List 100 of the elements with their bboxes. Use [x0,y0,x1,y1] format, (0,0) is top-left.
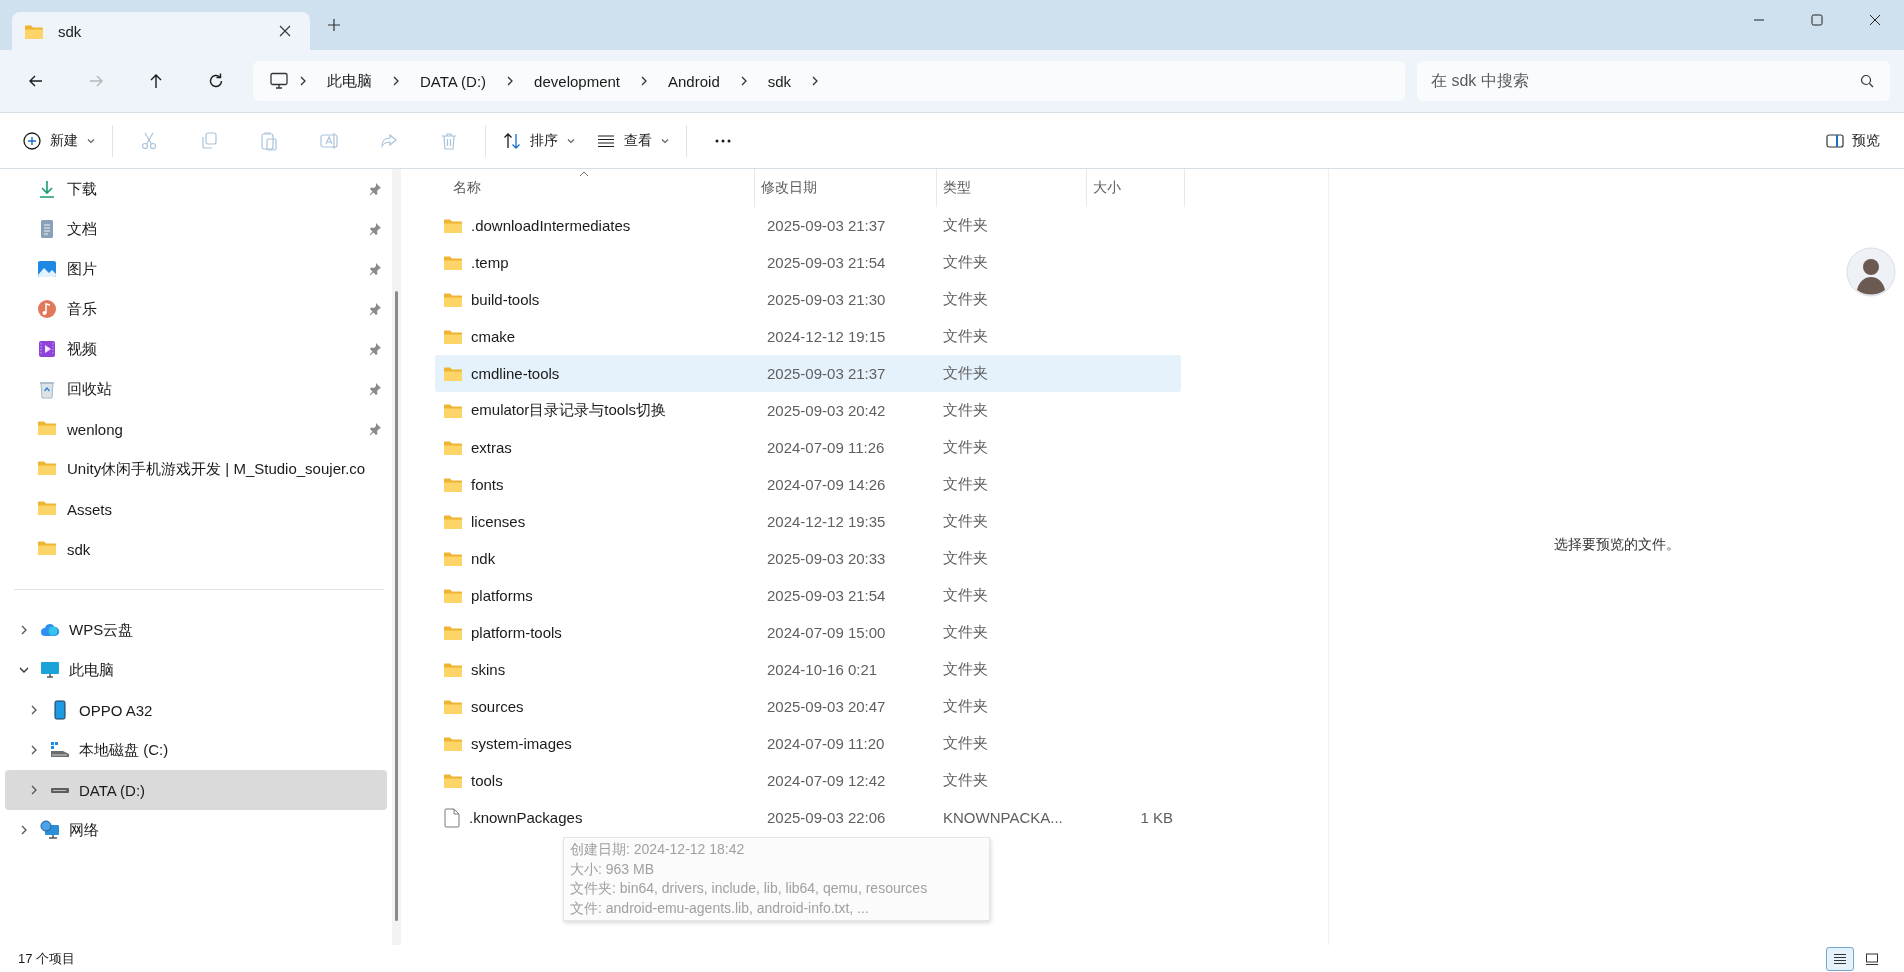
column-header[interactable]: 修改日期 [755,169,937,207]
file-row[interactable]: system-images 2024-07-09 11:20 文件夹 [435,725,1181,762]
file-size: 1 KB [1140,809,1173,826]
file-type: 文件夹 [943,253,988,270]
file-name: platforms [471,587,533,604]
file-name: build-tools [471,291,540,308]
modified-date: 2025-09-03 21:54 [767,587,886,604]
file-row[interactable]: cmake 2024-12-12 19:15 文件夹 [435,318,1181,355]
search-icon [1860,74,1874,88]
tree-item[interactable]: OPPO A32 [5,690,387,730]
tab[interactable]: sdk [12,12,310,50]
details-icon [1833,951,1847,966]
folder-icon [443,513,463,530]
tooltip-line: 文件夹: bin64, drivers, include, lib, lib64, qemu, resources [570,879,929,898]
file-name: .downloadIntermediates [471,217,631,234]
tree-item[interactable]: 此电脑 [5,650,387,690]
sidebar-item[interactable]: sdk [0,529,392,569]
breadcrumb[interactable]: development [524,61,630,101]
tooltip-line: 创建日期: 2024-12-12 18:42 [570,840,746,859]
file-name: skins [471,661,506,678]
tree-item[interactable]: WPS云盘 [5,610,387,650]
tab-title: sdk [58,22,83,40]
file-type: 文件夹 [943,660,988,677]
folder-icon [443,772,463,789]
file-row[interactable]: ndk 2025-09-03 20:33 文件夹 [435,540,1181,577]
file-type: 文件夹 [943,697,988,714]
tree-item[interactable]: DATA (D:) [5,770,387,810]
file-type: 文件夹 [943,401,988,418]
file-name: ndk [471,550,496,567]
breadcrumb[interactable]: 此电脑 [317,61,382,101]
folder-icon [443,402,463,419]
sidebar-item[interactable]: 文档 [0,209,392,249]
recycle-bin-icon [37,379,57,399]
sidebar-item[interactable]: 图片 [0,249,392,289]
file-row[interactable]: .knownPackages 2025-09-03 22:06 KNOWNPACKA... 1 KB [435,799,1181,836]
modified-date: 2025-09-03 21:30 [767,291,886,308]
file-row[interactable]: fonts 2024-07-09 14:26 文件夹 [435,466,1181,503]
tree-item[interactable]: 网络 [5,810,387,850]
column-header[interactable]: 类型 [937,169,1087,207]
tree-item[interactable]: 本地磁盘 (C:) [5,730,387,770]
folder-icon [443,661,463,678]
scrollbar-thumb[interactable] [395,291,398,921]
folder-icon [443,476,463,493]
column-header[interactable]: 名称 [435,169,755,207]
file-row[interactable]: platforms 2025-09-03 21:54 文件夹 [435,577,1181,614]
breadcrumb[interactable]: sdk [757,61,802,101]
sidebar-item[interactable]: Assets [0,489,392,529]
folder-icon [443,254,463,271]
sidebar-item[interactable]: 音乐 [0,289,392,329]
panel-icon [1826,133,1844,148]
address-bar[interactable]: 此电脑 DATA (D:) development Android sdk [253,61,1405,101]
sidebar-item[interactable]: 回收站 [0,369,392,409]
breadcrumb[interactable]: Android [658,61,730,101]
file-row[interactable]: platform-tools 2024-07-09 15:00 文件夹 [435,614,1181,651]
file-row[interactable]: extras 2024-07-09 11:26 文件夹 [435,429,1181,466]
modified-date: 2024-10-16 0:21 [767,661,878,678]
preview-icon [1865,951,1879,966]
preview-button[interactable]: 预览 [1814,120,1892,161]
file-row[interactable]: build-tools 2025-09-03 21:30 文件夹 [435,281,1181,318]
view-button[interactable]: 查看 [586,120,680,161]
new-button[interactable]: 新建 [12,120,106,161]
file-row[interactable]: skins 2024-10-16 0:21 文件夹 [435,651,1181,688]
file-row[interactable]: tools 2024-07-09 12:42 文件夹 [435,762,1181,799]
file-type: 文件夹 [943,216,988,233]
sidebar-item[interactable]: Unity休闲手机游戏开发 | M_Studio_soujer.co [0,449,392,489]
sort-button[interactable]: 排序 [492,120,586,161]
sidebar-item[interactable]: 视频 [0,329,392,369]
folder-icon [443,587,463,604]
file-type: 文件夹 [943,290,988,307]
folder-icon [443,735,463,752]
file-name: emulator目录记录与tools切换 [471,401,667,420]
column-header[interactable]: 大小 [1087,169,1185,207]
folder-icon [443,291,463,308]
file-name: extras [471,439,512,456]
file-type: 文件夹 [943,327,988,344]
modified-date: 2025-09-03 20:33 [767,550,886,567]
modified-date: 2024-07-09 12:42 [767,772,886,789]
modified-date: 2025-09-03 20:47 [767,698,886,715]
details-view-button[interactable] [1826,946,1854,971]
file-row[interactable]: emulator目录记录与tools切换 2025-09-03 20:42 文件夹 [435,392,1181,429]
breadcrumb[interactable]: DATA (D:) [410,61,497,101]
file-row[interactable]: cmdline-tools 2025-09-03 21:37 文件夹 [435,355,1181,392]
file-row[interactable]: licenses 2024-12-12 19:35 文件夹 [435,503,1181,540]
tooltip-line: 文件: android-emu-agents.lib, android-info.txt, ... [570,898,870,918]
sidebar-item[interactable]: 下载 [0,169,392,209]
file-row[interactable]: .temp 2025-09-03 21:54 文件夹 [435,244,1181,281]
modified-date: 2025-09-03 21:54 [767,254,886,271]
search-field[interactable]: 在 sdk 中搜索 [1417,61,1890,101]
file-row[interactable]: .downloadIntermediates 2025-09-03 21:37 文件夹 [435,207,1181,244]
file-name: system-images [471,735,572,752]
drive-icon [50,786,70,794]
file-type: 文件夹 [943,364,988,381]
avatar[interactable] [1846,247,1896,297]
file-name: cmdline-tools [471,365,560,382]
computer-icon [40,660,60,680]
file-icon [443,807,461,828]
file-row[interactable]: sources 2025-09-03 20:47 文件夹 [435,688,1181,725]
sidebar-item[interactable]: wenlong [0,409,392,449]
file-name: fonts [471,476,504,493]
music-icon [37,299,57,319]
